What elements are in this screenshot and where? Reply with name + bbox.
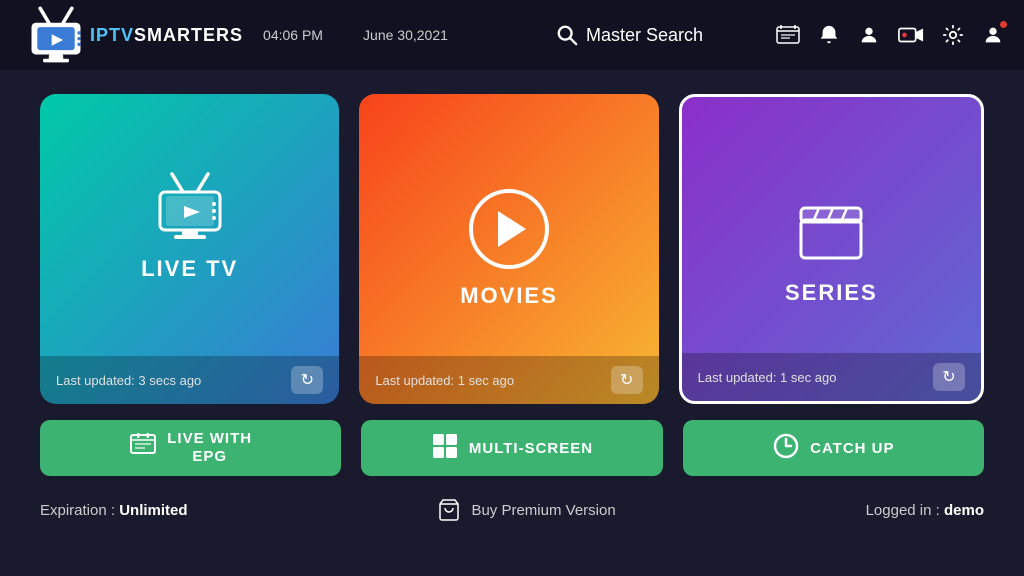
header-date: June 30,2021 (363, 27, 483, 43)
bell-icon[interactable] (818, 24, 840, 46)
multi-screen-button[interactable]: MULTI-SCREEN (361, 420, 662, 476)
header-icons (776, 24, 1004, 46)
series-clapper-icon (791, 192, 871, 272)
series-title: SERIES (785, 280, 878, 306)
live-with-epg-button[interactable]: LIVE WITH EPG (40, 420, 341, 476)
logo-area: IPTVSMARTERS (20, 0, 243, 71)
expiration-info: Expiration : Unlimited (40, 502, 188, 519)
settings-icon[interactable] (942, 24, 964, 46)
expiration-label: Expiration : (40, 502, 115, 519)
movies-card[interactable]: MOVIES Last updated: 1 sec ago ↻ (359, 94, 658, 404)
tv-card-icon (150, 166, 230, 246)
live-tv-footer: Last updated: 3 secs ago ↻ (40, 356, 339, 404)
movies-footer: Last updated: 1 sec ago ↻ (359, 356, 658, 404)
logo-tv-icon (20, 0, 92, 71)
series-last-updated: Last updated: 1 sec ago (698, 370, 837, 385)
epg-icon[interactable] (776, 24, 800, 46)
live-tv-title: LIVE TV (141, 256, 238, 282)
live-tv-refresh-button[interactable]: ↻ (291, 366, 323, 394)
search-icon (556, 24, 578, 46)
bottom-buttons-row: LIVE WITH EPG MULTI-SCREEN (40, 420, 984, 476)
header-time: 04:06 PM (263, 27, 343, 43)
live-epg-label: LIVE WITH EPG (167, 430, 252, 466)
cart-icon (437, 498, 461, 522)
live-epg-icon (129, 431, 157, 466)
footer: Expiration : Unlimited Buy Premium Versi… (0, 492, 1024, 528)
movies-play-icon (469, 189, 549, 269)
buy-label: Buy Premium Version (471, 502, 615, 519)
logged-in-label: Logged in : (866, 502, 940, 519)
series-refresh-button[interactable]: ↻ (933, 363, 965, 391)
search-label: Master Search (586, 25, 703, 46)
live-tv-card[interactable]: LIVE TV Last updated: 3 secs ago ↻ (40, 94, 339, 404)
multi-screen-icon (431, 432, 459, 464)
movies-last-updated: Last updated: 1 sec ago (375, 373, 514, 388)
catch-up-button[interactable]: CATCH UP (683, 420, 984, 476)
movies-title: MOVIES (460, 283, 558, 309)
main-content: LIVE TV Last updated: 3 secs ago ↻ MOVIE… (0, 70, 1024, 492)
series-footer: Last updated: 1 sec ago ↻ (682, 353, 981, 401)
header: IPTVSMARTERS 04:06 PM June 30,2021 Maste… (0, 0, 1024, 70)
live-tv-last-updated: Last updated: 3 secs ago (56, 373, 201, 388)
cards-row: LIVE TV Last updated: 3 secs ago ↻ MOVIE… (40, 94, 984, 404)
rec-icon[interactable] (898, 24, 924, 46)
logged-in-info: Logged in : demo (866, 502, 984, 519)
multi-screen-label: MULTI-SCREEN (469, 440, 593, 457)
logged-in-value: demo (944, 502, 984, 519)
catch-up-label: CATCH UP (810, 440, 894, 457)
buy-section[interactable]: Buy Premium Version (437, 498, 615, 522)
logo-text: IPTVSMARTERS (90, 25, 243, 46)
expiration-value: Unlimited (119, 502, 187, 519)
profile-icon[interactable] (982, 24, 1004, 46)
header-search[interactable]: Master Search (503, 24, 756, 46)
movies-refresh-button[interactable]: ↻ (611, 366, 643, 394)
user-icon[interactable] (858, 24, 880, 46)
catch-up-icon (772, 432, 800, 464)
series-card[interactable]: SERIES Last updated: 1 sec ago ↻ (679, 94, 984, 404)
